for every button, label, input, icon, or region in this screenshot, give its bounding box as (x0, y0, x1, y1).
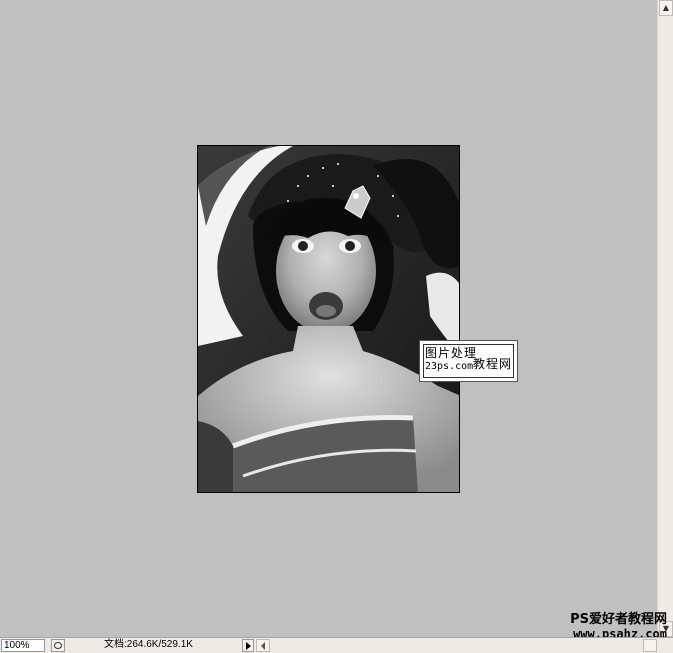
zoom-field[interactable]: 100% (1, 639, 45, 652)
site-watermark-line1: PS爱好者教程网 (570, 612, 667, 627)
status-bar: 100% 文档:264.6K/529.1K (0, 637, 673, 653)
watermark-line2b: 教程网 (473, 357, 513, 371)
portrait-photo (198, 146, 459, 492)
image-watermark: 图片处理 23ps.com 教程网 (419, 340, 518, 382)
document-size-info: 文档:264.6K/529.1K (104, 639, 193, 650)
document-image[interactable] (197, 145, 460, 493)
scroll-right-arrow-icon[interactable] (643, 639, 657, 652)
vertical-scrollbar[interactable]: ▲ ▼ (657, 0, 673, 637)
watermark-line1: 图片处理 (425, 346, 478, 360)
scroll-up-arrow-icon[interactable]: ▲ (659, 0, 673, 16)
horizontal-scrollbar[interactable] (256, 639, 657, 652)
status-circle-icon[interactable] (51, 639, 65, 652)
play-arrow-icon[interactable] (242, 639, 254, 652)
scroll-left-arrow-icon[interactable] (256, 639, 270, 652)
watermark-line2a: 23ps.com (425, 361, 474, 372)
